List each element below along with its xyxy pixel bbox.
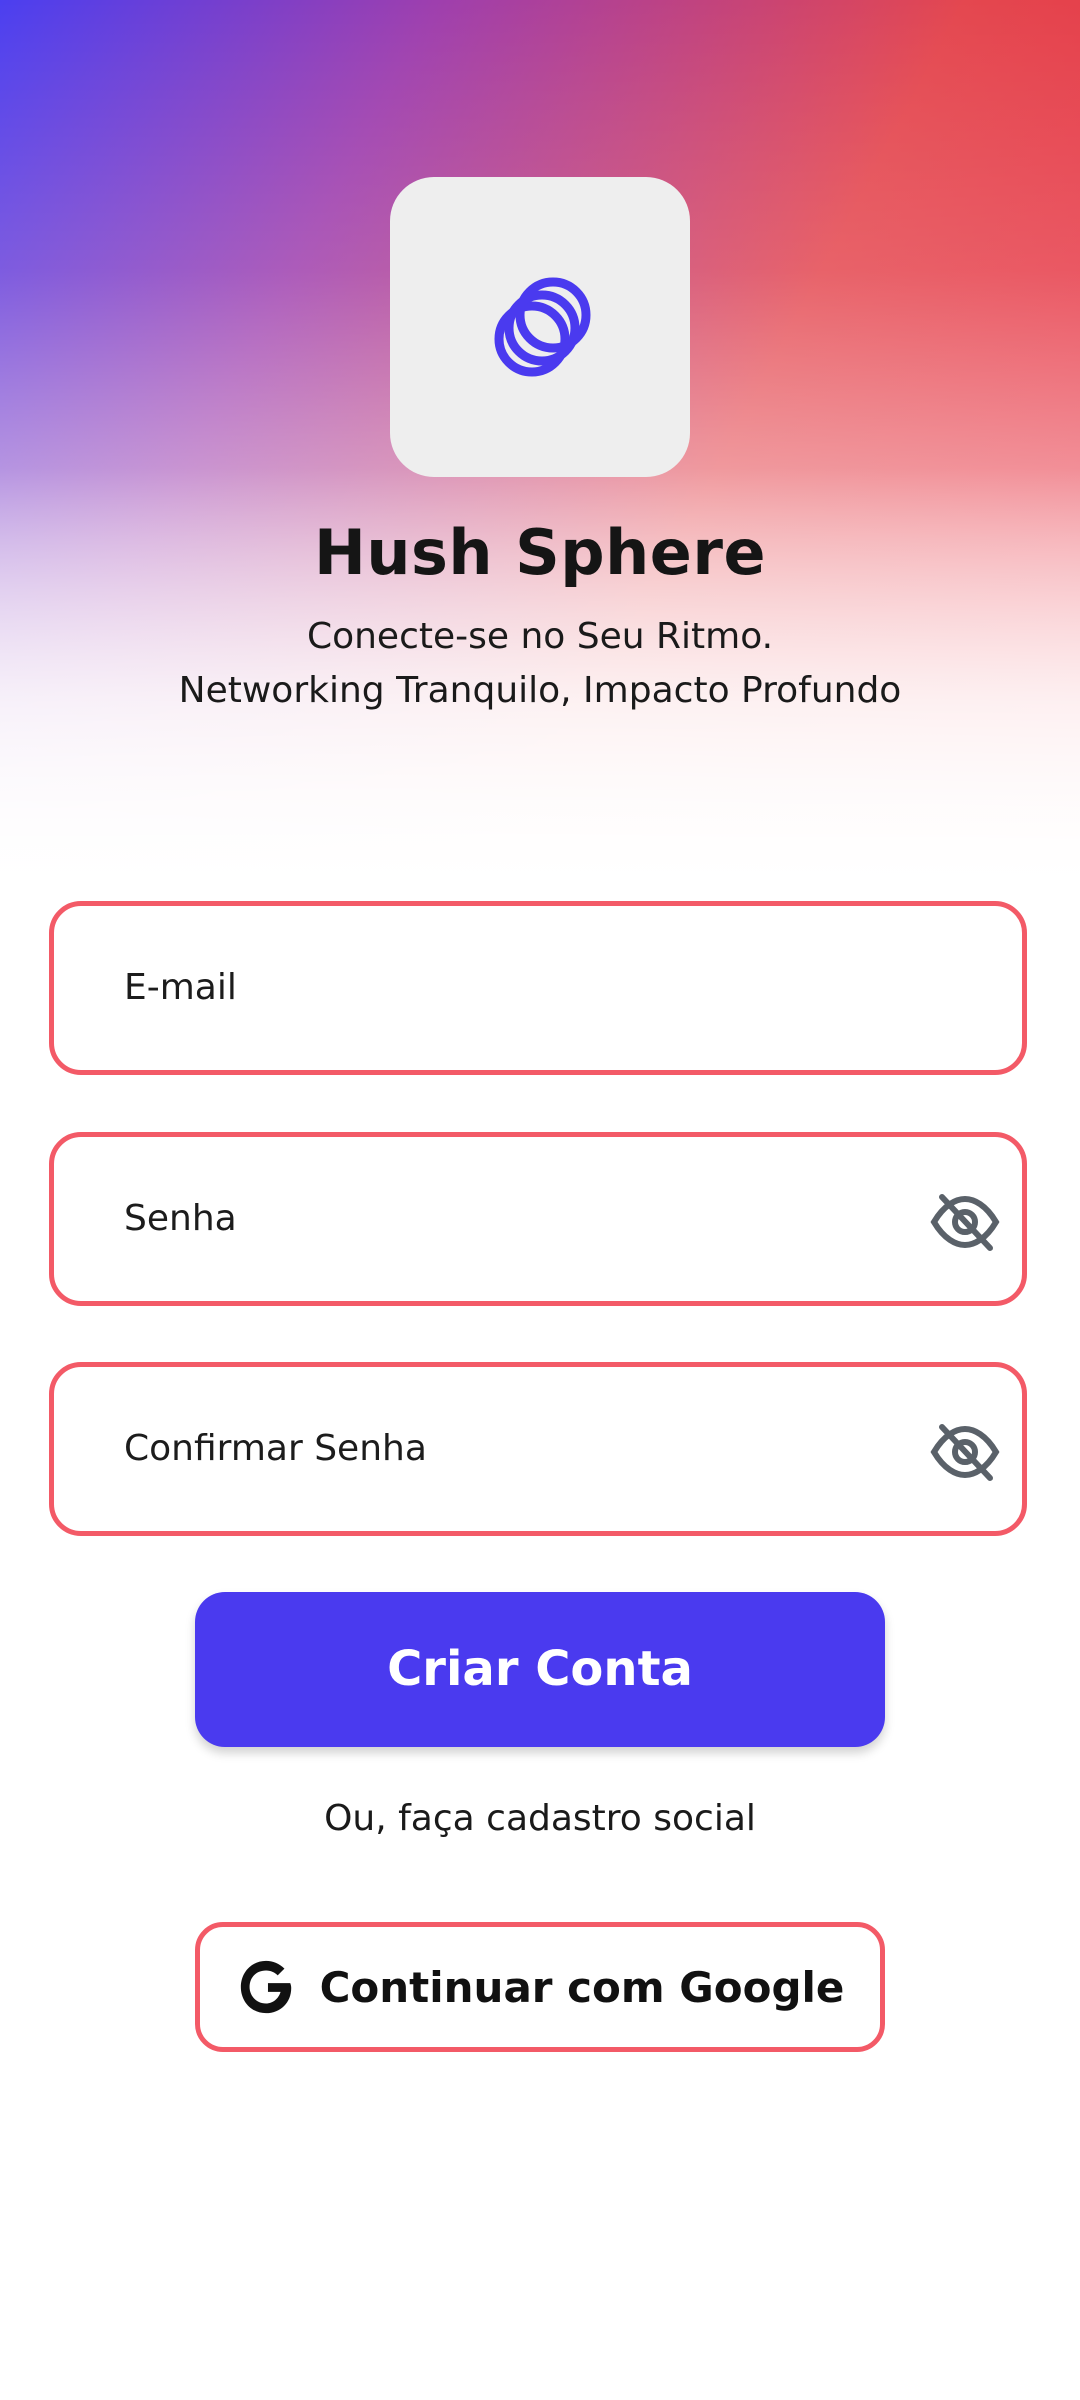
password-field[interactable]: Senha xyxy=(49,1132,1027,1306)
continue-with-google-button[interactable]: Continuar com Google xyxy=(195,1922,885,2052)
eye-off-icon[interactable] xyxy=(930,1422,1000,1482)
google-button-label: Continuar com Google xyxy=(319,1962,845,2012)
tagline-line-2: Networking Tranquilo, Impacto Profundo xyxy=(178,670,902,711)
eye-off-icon[interactable] xyxy=(930,1192,1000,1252)
create-account-button[interactable]: Criar Conta xyxy=(195,1592,885,1747)
app-title: Hush Sphere xyxy=(313,516,766,589)
confirm-password-field[interactable]: Confirmar Senha xyxy=(49,1362,1027,1536)
signup-screen: Hush Sphere Conecte-se no Seu Ritmo. Net… xyxy=(0,0,1080,2400)
email-placeholder: E-mail xyxy=(124,967,237,1008)
social-signup-caption: Ou, faça cadastro social xyxy=(324,1798,756,1839)
app-logo xyxy=(390,177,690,477)
email-field[interactable]: E-mail xyxy=(49,901,1027,1075)
google-icon xyxy=(240,1960,291,2014)
password-placeholder: Senha xyxy=(124,1198,237,1239)
tagline-line-1: Conecte-se no Seu Ritmo. xyxy=(306,616,774,657)
confirm-password-placeholder: Confirmar Senha xyxy=(124,1428,427,1469)
interlocking-rings-icon xyxy=(494,277,591,377)
